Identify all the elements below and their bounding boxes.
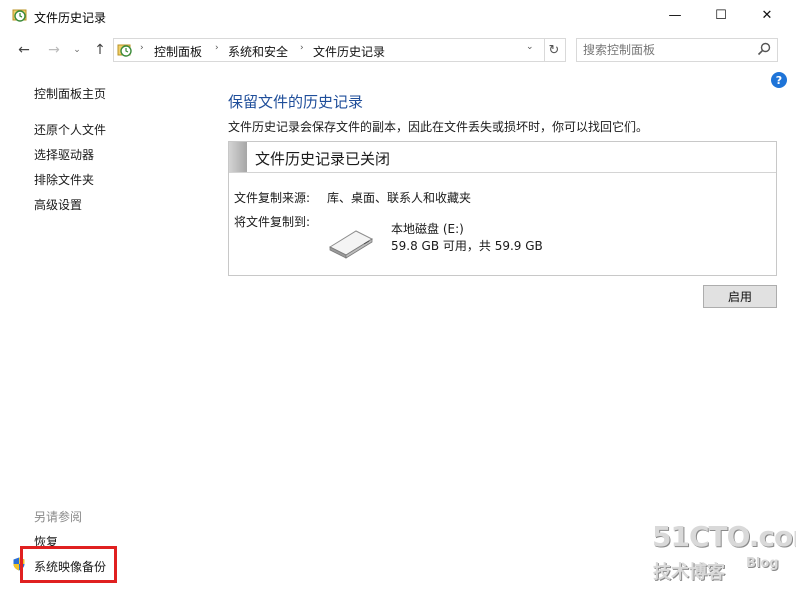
- help-icon[interactable]: ?: [771, 72, 787, 88]
- address-bar[interactable]: › 控制面板 › 系统和安全 › 文件历史记录 ⌄: [113, 38, 545, 62]
- see-also-heading: 另请参阅: [34, 510, 83, 524]
- watermark-subtitle: 技术博客: [653, 562, 725, 583]
- page-title: 保留文件的历史记录: [228, 93, 364, 111]
- drive-icon: [328, 230, 374, 259]
- navigation-bar: ← → ⌄ ↑ › 控制面板 › 系统和安全 › 文件历史记录 ⌄ ↻: [0, 36, 796, 64]
- sidebar-control-panel-home[interactable]: 控制面板主页: [34, 85, 106, 102]
- breadcrumb-separator: ›: [300, 43, 304, 53]
- search-icon[interactable]: [757, 42, 771, 56]
- drive-name: 本地磁盘 (E:): [391, 222, 464, 236]
- source-value: 库、桌面、联系人和收藏夹: [327, 191, 472, 205]
- sidebar-exclude-folders[interactable]: 排除文件夹: [34, 171, 94, 188]
- file-history-window: 文件历史记录 — ☐ ✕ ← → ⌄ ↑ › 控制面板 › 系统和安全 › 文件…: [0, 0, 796, 598]
- up-button[interactable]: ↑: [90, 40, 110, 60]
- watermark-logo: 51CTO.com: [652, 520, 796, 553]
- drive-space: 59.8 GB 可用，共 59.9 GB: [391, 239, 543, 253]
- status-title: 文件历史记录已关闭: [255, 150, 391, 168]
- forward-button[interactable]: →: [44, 40, 64, 60]
- status-panel: 文件历史记录已关闭 文件复制来源: 库、桌面、联系人和收藏夹 将文件复制到: 本…: [228, 141, 777, 276]
- status-stripe: [229, 142, 247, 172]
- sidebar-select-drive[interactable]: 选择驱动器: [34, 146, 94, 163]
- close-button[interactable]: ✕: [744, 0, 790, 30]
- breadcrumb-control-panel[interactable]: 控制面板: [154, 43, 202, 60]
- search-input[interactable]: [583, 42, 743, 58]
- enable-button[interactable]: 启用: [703, 285, 777, 308]
- watermark-blog: Blog: [746, 556, 779, 571]
- refresh-button[interactable]: ↻: [543, 38, 566, 62]
- window-title: 文件历史记录: [34, 11, 107, 25]
- status-header: 文件历史记录已关闭: [229, 142, 776, 173]
- back-button[interactable]: ←: [14, 40, 34, 60]
- search-box[interactable]: [576, 38, 778, 62]
- sidebar-restore-personal-files[interactable]: 还原个人文件: [34, 121, 106, 138]
- target-label: 将文件复制到:: [234, 215, 311, 229]
- sidebar-advanced-settings[interactable]: 高级设置: [34, 196, 82, 213]
- source-label: 文件复制来源:: [234, 191, 311, 205]
- title-bar: 文件历史记录 — ☐ ✕: [0, 0, 796, 32]
- annotation-highlight-box: [20, 546, 117, 583]
- breadcrumb-separator: ›: [215, 43, 219, 53]
- breadcrumb-file-history[interactable]: 文件历史记录: [313, 43, 385, 60]
- maximize-button[interactable]: ☐: [698, 0, 744, 30]
- file-history-icon: [12, 9, 27, 22]
- breadcrumb-separator: ›: [140, 43, 144, 53]
- control-panel-icon: [117, 44, 132, 57]
- page-description: 文件历史记录会保存文件的副本，因此在文件丢失或损坏时，你可以找回它们。: [228, 120, 649, 134]
- recent-locations-button[interactable]: ⌄: [70, 40, 84, 60]
- minimize-button[interactable]: —: [652, 0, 698, 30]
- breadcrumb-system-security[interactable]: 系统和安全: [228, 43, 288, 60]
- address-dropdown-icon[interactable]: ⌄: [526, 42, 534, 52]
